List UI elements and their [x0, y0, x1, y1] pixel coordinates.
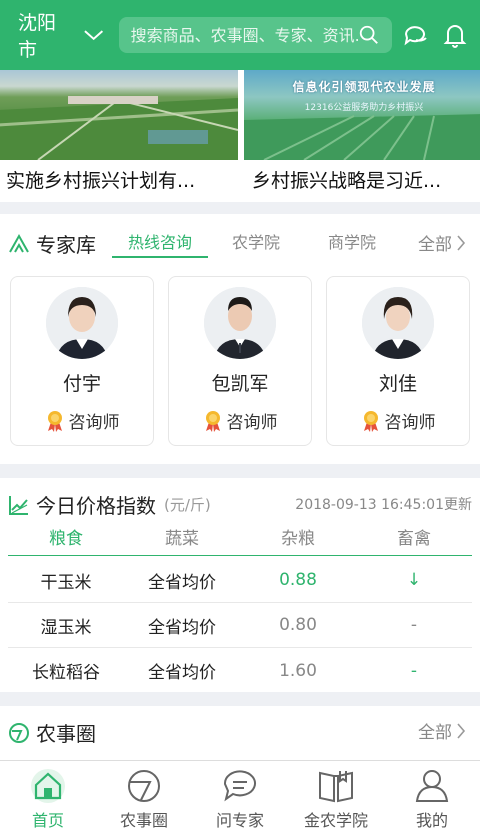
- role-label: 咨询师: [384, 413, 436, 433]
- expert-library-icon: [9, 233, 29, 253]
- expert-role: 咨询师: [361, 408, 436, 433]
- nav-academy[interactable]: 金农学院: [288, 761, 384, 832]
- banner-caption: 乡村振兴战略是习近...: [252, 170, 442, 192]
- avatar: [46, 287, 118, 359]
- home-icon: [31, 769, 65, 803]
- price-row[interactable]: 干玉米 全省均价 0.88 ↓: [8, 558, 472, 603]
- search-box[interactable]: [118, 17, 392, 53]
- top-bar: 沈阳市: [0, 0, 480, 70]
- all-label: 全部: [418, 723, 452, 743]
- price-value: 0.88: [279, 570, 317, 590]
- expert-name: 付宇: [62, 373, 101, 395]
- search-icon[interactable]: [358, 24, 380, 46]
- expert-card[interactable]: 刘佳 咨询师: [326, 276, 470, 446]
- banner-image: [0, 70, 238, 160]
- search-input[interactable]: [130, 25, 358, 45]
- nav-home[interactable]: 首页: [0, 761, 96, 832]
- ask-expert-icon: [223, 770, 256, 802]
- view-all-experts-link[interactable]: 全部: [418, 230, 466, 255]
- farm-circle-icon: [128, 770, 160, 802]
- tab-grain[interactable]: 粮食: [8, 526, 124, 555]
- nav-profile[interactable]: 我的: [384, 761, 480, 832]
- role-label: 咨询师: [68, 413, 120, 433]
- section-title: 专家库: [36, 232, 96, 257]
- notification-button[interactable]: [441, 20, 470, 50]
- banner-caption: 实施乡村振兴计划有...: [6, 170, 196, 192]
- crop-name: 长粒稻谷: [32, 663, 100, 683]
- price-region: 全省均价: [148, 617, 216, 638]
- banner-item[interactable]: 实施乡村振兴计划有...: [0, 70, 238, 202]
- chat-button[interactable]: [402, 20, 431, 50]
- price-trend: -: [410, 660, 418, 681]
- tab-livestock[interactable]: 畜禽: [356, 526, 472, 555]
- section-title: 农事圈: [36, 722, 96, 746]
- price-tabs: 粮食 蔬菜 杂粮 畜禽: [8, 526, 472, 556]
- trend-chart-icon: [9, 495, 28, 515]
- nav-label: 首页: [31, 811, 64, 830]
- chevron-right-icon: [457, 234, 466, 251]
- price-value: 1.60: [279, 660, 317, 681]
- nav-label: 金农学院: [303, 811, 368, 830]
- nav-label: 我的: [415, 811, 448, 830]
- nav-ask-expert[interactable]: 问专家: [192, 761, 288, 832]
- banner-image: 信息化引领现代农业发展 12316公益服务助力乡村振兴: [244, 70, 480, 160]
- update-timestamp: 2018-09-13 16:45:01更新: [295, 497, 472, 513]
- expert-tabs: 热线咨询 农学院 商学院: [112, 214, 400, 258]
- price-trend: -: [410, 615, 418, 635]
- price-index-section: 今日价格指数 (元/斤) 2018-09-13 16:45:01更新 粮食 蔬菜…: [0, 478, 480, 692]
- role-label: 咨询师: [226, 413, 278, 433]
- expert-role: 咨询师: [203, 408, 278, 433]
- crop-name: 湿玉米: [40, 617, 92, 638]
- price-section-header: 今日价格指数 (元/斤): [8, 490, 211, 519]
- price-region: 全省均价: [148, 663, 216, 683]
- view-all-farm-link[interactable]: 全部: [418, 718, 466, 743]
- banner-carousel: 实施乡村振兴计划有... 信息化引领现代农业发展 12316公益服务助力乡村振兴…: [0, 70, 480, 202]
- avatar: [204, 287, 276, 359]
- all-label: 全部: [418, 235, 452, 255]
- avatar: [362, 287, 434, 359]
- tab-coarse-grains[interactable]: 杂粮: [240, 526, 356, 555]
- chevron-right-icon: [457, 722, 466, 739]
- nav-farm-circle[interactable]: 农事圈: [96, 761, 192, 832]
- expert-library-section: 专家库 热线咨询 农学院 商学院 全部 付宇 咨询师 包凯军 咨询师 刘佳 咨询…: [0, 214, 480, 464]
- farm-circle-icon: [9, 722, 29, 743]
- city-selector[interactable]: 沈阳市: [18, 8, 105, 62]
- city-label: 沈阳市: [18, 12, 57, 61]
- banner-item[interactable]: 信息化引领现代农业发展 12316公益服务助力乡村振兴 乡村振兴战略是习近...: [244, 70, 480, 202]
- crop-name: 干玉米: [40, 572, 92, 593]
- farm-section-header: 农事圈: [8, 718, 96, 747]
- chat-icon: [404, 26, 427, 46]
- section-title: 今日价格指数: [36, 494, 156, 518]
- tab-agronomy[interactable]: 农学院: [208, 214, 304, 258]
- chevron-down-icon: [84, 30, 104, 41]
- medal-icon: [363, 410, 378, 432]
- farmland-image: [0, 96, 238, 160]
- price-unit: (元/斤): [164, 496, 211, 514]
- expert-card[interactable]: 包凯军 咨询师: [168, 276, 312, 446]
- medal-icon: [47, 410, 62, 432]
- nav-label: 农事圈: [119, 811, 168, 830]
- price-row[interactable]: 湿玉米 全省均价 0.80 -: [8, 603, 472, 648]
- expert-name: 刘佳: [378, 373, 417, 395]
- price-trend: ↓: [406, 570, 422, 590]
- banner-image-subtitle: 12316公益服务助力乡村振兴: [304, 103, 424, 113]
- banner-image-title: 信息化引领现代农业发展: [292, 80, 436, 94]
- farm-circle-section: 农事圈 全部: [0, 706, 480, 762]
- price-value: 0.80: [279, 615, 317, 635]
- nav-label: 问专家: [215, 811, 264, 830]
- medal-icon: [205, 410, 220, 432]
- expert-role: 咨询师: [45, 408, 120, 433]
- tab-business[interactable]: 商学院: [304, 214, 400, 258]
- bell-icon: [443, 25, 467, 48]
- tab-hotline[interactable]: 热线咨询: [112, 214, 208, 258]
- price-row[interactable]: 长粒稻谷 全省均价 1.60 -: [8, 648, 472, 693]
- book-icon: [319, 771, 353, 803]
- expert-card[interactable]: 付宇 咨询师: [10, 276, 154, 446]
- expert-cards: 付宇 咨询师 包凯军 咨询师 刘佳 咨询师: [10, 276, 470, 446]
- bottom-navigation: 首页 农事圈 问专家 金农学院 我的: [0, 760, 480, 832]
- price-region: 全省均价: [148, 572, 216, 593]
- tab-vegetables[interactable]: 蔬菜: [124, 526, 240, 555]
- expert-name: 包凯军: [211, 373, 269, 395]
- user-icon: [415, 770, 449, 802]
